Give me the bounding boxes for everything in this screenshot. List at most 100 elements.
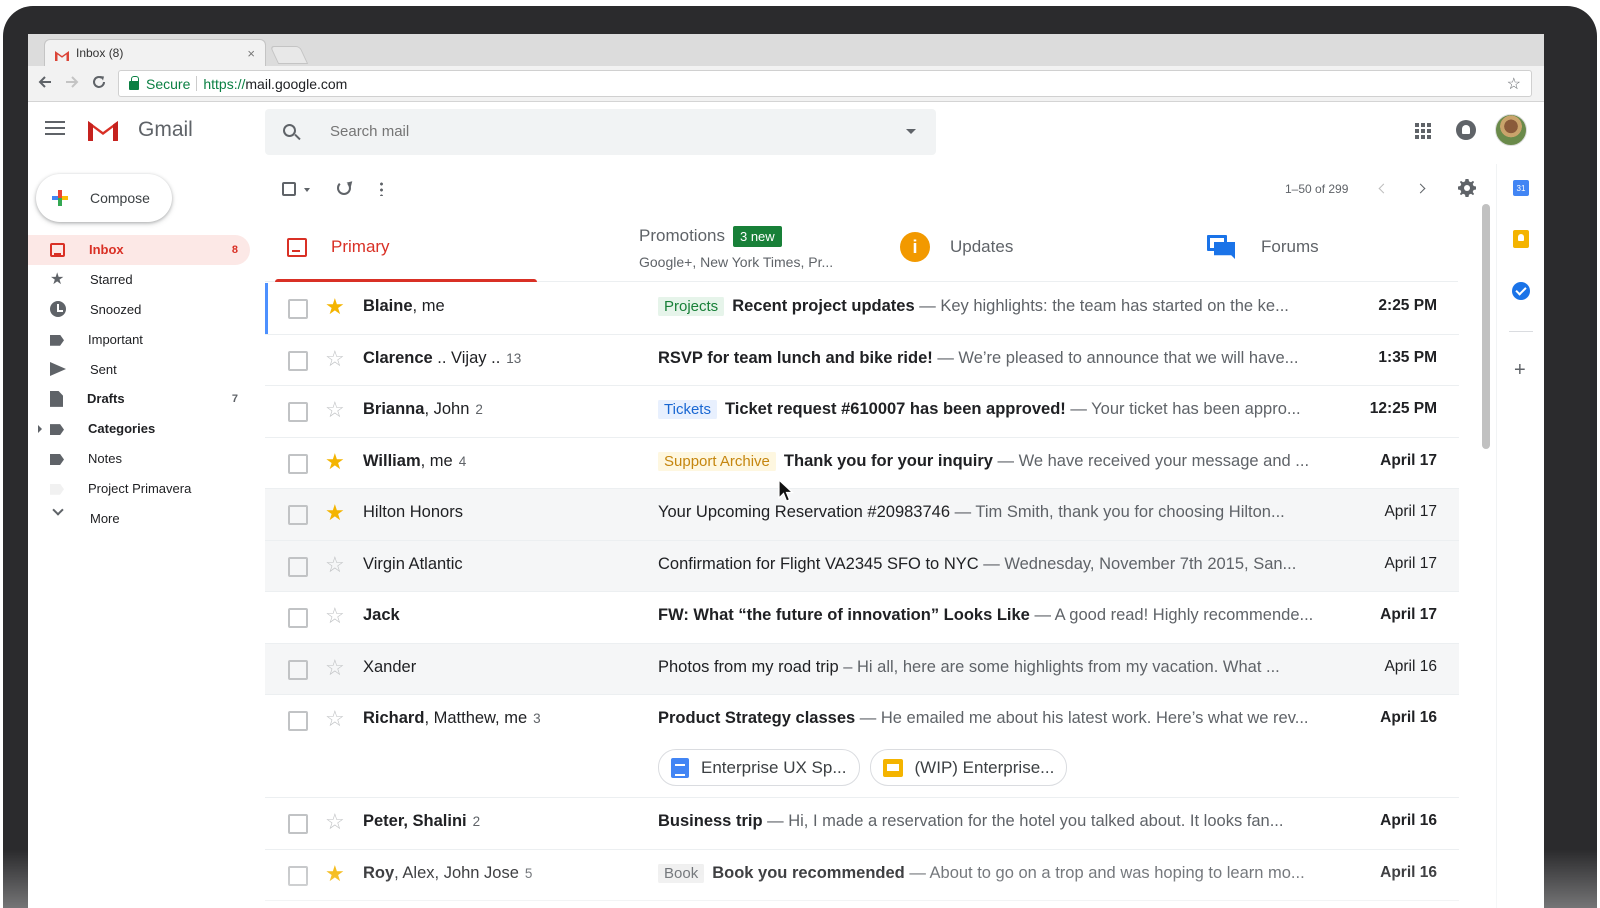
back-arrow-icon[interactable] bbox=[38, 74, 52, 94]
keep-icon[interactable] bbox=[1513, 230, 1529, 248]
table-row[interactable]: ★ Blaine, me Projects Recent project upda… bbox=[265, 283, 1459, 335]
star-icon: ★ bbox=[50, 270, 65, 288]
table-row[interactable]: ☆ Richard, Matthew, me 3 Product Strategy… bbox=[265, 695, 1459, 798]
row-checkbox[interactable] bbox=[288, 865, 308, 886]
search-icon[interactable] bbox=[283, 124, 296, 137]
select-all-checkbox[interactable] bbox=[282, 182, 296, 196]
star-icon[interactable]: ☆ bbox=[325, 398, 345, 422]
star-icon[interactable]: ☆ bbox=[325, 552, 345, 577]
address-bar[interactable]: Secure https:// mail.google.com ☆ bbox=[118, 70, 1532, 97]
search-bar[interactable] bbox=[265, 109, 936, 155]
bookmark-star-icon[interactable]: ☆ bbox=[1507, 74, 1521, 94]
star-icon[interactable]: ☆ bbox=[325, 707, 345, 731]
table-row[interactable]: ☆ Brianna, John 2 Tickets Ticket request #… bbox=[265, 386, 1459, 438]
apps-grid-icon[interactable] bbox=[1415, 123, 1431, 139]
star-icon[interactable]: ★ bbox=[325, 861, 345, 886]
url-scheme: https:// bbox=[203, 75, 246, 92]
tab-primary[interactable]: Primary bbox=[287, 212, 390, 282]
compose-button[interactable]: Compose bbox=[36, 174, 172, 222]
more-vert-icon[interactable] bbox=[380, 181, 383, 196]
search-input[interactable] bbox=[330, 123, 830, 140]
table-row[interactable]: ★ Roy, Alex, John Jose 5 Book Book you rec… bbox=[265, 849, 1459, 901]
row-checkbox[interactable] bbox=[288, 299, 308, 319]
star-icon[interactable]: ★ bbox=[325, 501, 345, 525]
search-options-caret-icon[interactable] bbox=[906, 129, 916, 134]
tab-forums[interactable]: Forums bbox=[1207, 212, 1319, 282]
tab-label: Forums bbox=[1261, 237, 1319, 256]
attachment-chips: Enterprise UX Sp... (WIP) Enterprise... bbox=[658, 749, 1077, 786]
prev-page-icon[interactable] bbox=[1378, 183, 1389, 194]
account-avatar[interactable] bbox=[1495, 114, 1527, 146]
star-icon[interactable]: ★ bbox=[325, 449, 345, 474]
attachment-chip[interactable]: Enterprise UX Sp... bbox=[658, 749, 860, 786]
row-checkbox[interactable] bbox=[288, 402, 308, 422]
table-row[interactable]: ☆ Jack FW: What “the future of innovatio… bbox=[265, 592, 1459, 644]
star-icon[interactable]: ☆ bbox=[325, 810, 345, 834]
send-icon bbox=[50, 362, 66, 377]
table-row[interactable]: ☆ Clarence .. Vijay .. 13 RSVP for team l… bbox=[265, 334, 1459, 386]
gear-icon[interactable] bbox=[1458, 179, 1476, 197]
gmail-favicon-icon bbox=[55, 48, 69, 61]
notifications-icon[interactable] bbox=[1456, 120, 1476, 140]
row-checkbox[interactable] bbox=[288, 814, 308, 834]
reload-icon[interactable] bbox=[92, 74, 106, 94]
tasks-icon[interactable] bbox=[1512, 282, 1530, 300]
label-chip[interactable]: Book bbox=[658, 863, 705, 883]
calendar-icon[interactable]: 31 bbox=[1513, 180, 1529, 196]
star-icon[interactable]: ★ bbox=[325, 295, 345, 319]
sender-bold: Clarence bbox=[363, 348, 433, 367]
row-checkbox[interactable] bbox=[288, 608, 308, 628]
star-icon[interactable]: ☆ bbox=[325, 655, 345, 680]
row-checkbox[interactable] bbox=[288, 453, 308, 474]
important-icon bbox=[50, 334, 64, 346]
label-chip[interactable]: Support Archive bbox=[658, 451, 776, 471]
tab-updates[interactable]: i Updates bbox=[900, 212, 1013, 282]
scrollbar[interactable] bbox=[1482, 204, 1491, 908]
scrollbar-thumb[interactable] bbox=[1482, 204, 1490, 449]
forward-arrow-icon[interactable] bbox=[65, 74, 79, 94]
attachment-chip[interactable]: (WIP) Enterprise... bbox=[869, 749, 1068, 786]
table-row[interactable]: ☆ Peter, Shalini 2 Business trip — Hi, I … bbox=[265, 798, 1459, 850]
refresh-icon[interactable] bbox=[337, 181, 351, 195]
row-checkbox[interactable] bbox=[288, 505, 308, 525]
add-addon-icon[interactable]: + bbox=[1514, 360, 1526, 380]
browser-tab[interactable]: Inbox (8) × bbox=[44, 39, 266, 66]
secure-label: Secure bbox=[146, 75, 191, 92]
sidebar-item-drafts[interactable]: Drafts 7 bbox=[28, 384, 250, 414]
lock-icon bbox=[129, 75, 139, 90]
row-checkbox[interactable] bbox=[288, 556, 308, 577]
sidebar-item-starred[interactable]: ★ Starred bbox=[28, 265, 250, 295]
label-icon bbox=[50, 483, 64, 495]
sidebar-item-sent[interactable]: Sent bbox=[28, 354, 250, 384]
row-checkbox[interactable] bbox=[288, 711, 308, 731]
table-row[interactable]: ★ Hilton Honors Your Upcoming Reservatio… bbox=[265, 489, 1459, 541]
sidebar-item-label: Drafts bbox=[87, 391, 125, 407]
sidebar-item-categories[interactable]: Categories bbox=[28, 414, 250, 444]
expand-arrow-icon[interactable] bbox=[38, 424, 42, 433]
sidebar-item-inbox[interactable]: Inbox 8 bbox=[28, 235, 250, 265]
table-row[interactable]: ☆ Virgin Atlantic Confirmation for Fligh… bbox=[265, 540, 1459, 592]
row-checkbox[interactable] bbox=[288, 659, 308, 680]
gmail-logo-icon[interactable] bbox=[88, 119, 118, 141]
star-icon[interactable]: ☆ bbox=[325, 346, 345, 371]
main-menu-icon[interactable] bbox=[45, 121, 65, 135]
row-checkbox[interactable] bbox=[288, 350, 308, 371]
sidebar-item-snoozed[interactable]: Snoozed bbox=[28, 295, 250, 325]
sender: Peter, Shalini 2 bbox=[363, 812, 643, 831]
sidebar-item-important[interactable]: Important bbox=[28, 324, 250, 354]
label-chip[interactable]: Tickets bbox=[658, 400, 717, 419]
next-page-icon[interactable] bbox=[1415, 183, 1426, 194]
sidebar-item-notes[interactable]: Notes bbox=[28, 444, 250, 474]
message-content: Confirmation for Flight VA2345 SFO to NY… bbox=[658, 555, 1363, 574]
sidebar-item-project-primavera[interactable]: Project Primavera bbox=[28, 473, 250, 503]
table-row[interactable]: ★ William, me 4 Support Archive Thank you … bbox=[265, 437, 1459, 489]
label-chip[interactable]: Projects bbox=[658, 297, 725, 316]
new-tab-button[interactable] bbox=[269, 46, 309, 64]
tab-promotions[interactable]: Promotions 3 new Google+, New York Times… bbox=[639, 212, 833, 282]
subject: Confirmation for Flight VA2345 SFO to NY… bbox=[658, 554, 979, 573]
table-row[interactable]: ☆ Xander Photos from my road trip – Hi a… bbox=[265, 643, 1459, 695]
sidebar-item-more[interactable]: More bbox=[28, 503, 250, 533]
star-icon[interactable]: ☆ bbox=[325, 604, 345, 628]
close-tab-icon[interactable]: × bbox=[247, 46, 255, 61]
select-options-caret-icon[interactable] bbox=[304, 188, 310, 192]
